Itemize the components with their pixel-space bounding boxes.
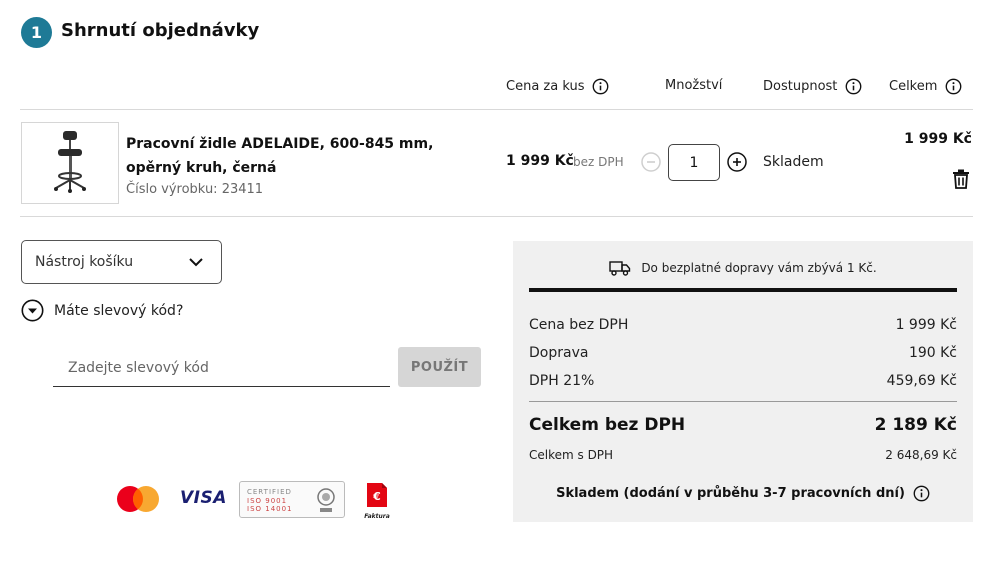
- quantity-input[interactable]: [668, 144, 720, 181]
- info-icon[interactable]: [845, 78, 862, 95]
- invoice-logo: € Faktura: [364, 482, 390, 520]
- step-badge: 1: [21, 17, 52, 48]
- column-unit-price: Cena za kus: [506, 78, 609, 95]
- mastercard-logo-icon: [117, 486, 159, 512]
- delivery-note-text: Skladem (dodání v průběhu 3-7 pracovních…: [556, 486, 905, 501]
- column-availability-label: Dostupnost: [763, 79, 838, 94]
- total-ex-vat-row: Celkem bez DPH 2 189 Kč: [529, 415, 957, 435]
- discount-toggle-label: Máte slevový kód?: [54, 302, 184, 319]
- total-ex-vat-label: Celkem bez DPH: [529, 415, 686, 435]
- truck-icon: [609, 261, 631, 276]
- summary-row-value: 1 999 Kč: [895, 317, 957, 333]
- product-code: Číslo výrobku: 23411: [126, 182, 264, 197]
- product-name[interactable]: Pracovní židle ADELAIDE, 600-845 mm, opě…: [126, 132, 486, 180]
- header-divider: [20, 109, 973, 110]
- vat-note: bez DPH: [573, 155, 624, 169]
- iso-certificate-logo: CERTIFIED ISO 9001 ISO 14001: [239, 481, 345, 518]
- summary-row-label: Cena bez DPH: [529, 317, 629, 333]
- product-image[interactable]: [21, 122, 119, 204]
- minus-circle-icon[interactable]: [641, 152, 661, 172]
- discount-toggle[interactable]: Máte slevový kód?: [21, 299, 183, 322]
- svg-text:€: €: [372, 490, 381, 503]
- chair-icon: [54, 131, 86, 193]
- iso-9001-text: ISO 9001: [247, 497, 288, 505]
- total-inc-vat-label: Celkem s DPH: [529, 448, 614, 462]
- summary-row-value: 190 Kč: [908, 345, 957, 361]
- column-total: Celkem: [889, 78, 962, 95]
- page-title: Shrnutí objednávky: [61, 20, 260, 41]
- info-icon[interactable]: [592, 78, 609, 95]
- summary-row-label: Doprava: [529, 345, 589, 361]
- visa-logo: VISA: [180, 488, 227, 508]
- column-quantity-label: Množství: [665, 78, 723, 93]
- line-total: 1 999 Kč: [904, 131, 972, 147]
- plus-circle-icon[interactable]: [727, 152, 747, 172]
- column-unit-price-label: Cena za kus: [506, 79, 585, 94]
- total-inc-vat-row: Celkem s DPH 2 648,69 Kč: [529, 448, 957, 462]
- summary-row: Doprava 190 Kč: [529, 345, 957, 361]
- availability-status: Skladem: [763, 154, 824, 170]
- column-availability: Dostupnost: [763, 78, 862, 95]
- total-ex-vat-value: 2 189 Kč: [874, 415, 957, 435]
- cart-tool-dropdown[interactable]: Nástroj košíku: [21, 240, 222, 284]
- summary-row: Cena bez DPH 1 999 Kč: [529, 317, 957, 333]
- chevron-down-icon: [189, 257, 203, 266]
- chevron-down-circle-icon: [21, 299, 44, 322]
- bureau-veritas-seal-icon: [317, 488, 335, 512]
- info-icon[interactable]: [945, 78, 962, 95]
- trash-icon[interactable]: [950, 168, 972, 190]
- summary-row-value: 459,69 Kč: [886, 373, 957, 389]
- order-summary-panel: Do bezplatné dopravy vám zbývá 1 Kč. Cen…: [513, 241, 973, 522]
- invoice-icon: €: [367, 483, 387, 507]
- iso-14001-text: ISO 14001: [247, 505, 293, 513]
- summary-divider: [529, 401, 957, 402]
- free-shipping-note: Do bezplatné dopravy vám zbývá 1 Kč.: [513, 260, 973, 276]
- column-total-label: Celkem: [889, 79, 938, 94]
- delivery-note: Skladem (dodání v průběhu 3-7 pracovních…: [513, 485, 973, 502]
- info-icon[interactable]: [913, 485, 930, 502]
- total-inc-vat-value: 2 648,69 Kč: [885, 448, 957, 462]
- free-shipping-text: Do bezplatné dopravy vám zbývá 1 Kč.: [641, 261, 877, 275]
- column-quantity: Množství: [665, 78, 722, 93]
- iso-certified-text: CERTIFIED: [247, 488, 292, 496]
- cart-tool-label: Nástroj košíku: [35, 254, 134, 270]
- discount-code-input[interactable]: [53, 349, 390, 387]
- product-divider: [20, 216, 973, 217]
- summary-progress-bar: [529, 288, 957, 292]
- summary-row: DPH 21% 459,69 Kč: [529, 373, 957, 389]
- unit-price: 1 999 Kč: [506, 153, 574, 169]
- summary-row-label: DPH 21%: [529, 373, 595, 389]
- invoice-label: Faktura: [364, 513, 390, 520]
- apply-discount-button[interactable]: POUŽÍT: [398, 347, 481, 387]
